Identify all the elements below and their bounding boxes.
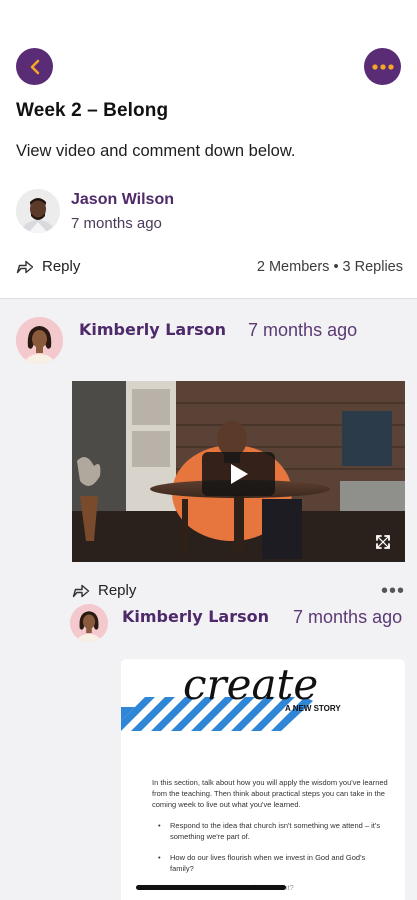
commenter-name[interactable]: Kimberly Larson <box>122 607 269 626</box>
reply-icon <box>16 260 34 274</box>
comments-section: Kimberly Larson 7 months ago Reply ••• K… <box>0 298 417 900</box>
post-actions: Reply 2 Members • 3 Replies <box>16 258 403 275</box>
doc-paragraph: In this section, talk about how you will… <box>152 778 388 809</box>
document-attachment[interactable]: create A NEW STORY In this section, talk… <box>121 659 405 900</box>
top-bar <box>16 48 401 86</box>
doc-bullets: Respond to the idea that church isn't so… <box>152 820 389 874</box>
comment-timestamp: 7 months ago <box>248 320 358 340</box>
doc-subtitle: A NEW STORY <box>285 704 341 713</box>
comment-more-button[interactable]: ••• <box>381 581 405 601</box>
avatar[interactable] <box>16 317 63 364</box>
more-options-button[interactable] <box>364 48 401 85</box>
comment-timestamp: 7 months ago <box>293 607 403 627</box>
post-description: View video and comment down below. <box>16 142 296 160</box>
reply-label: Reply <box>98 582 137 599</box>
avatar[interactable] <box>70 604 108 642</box>
comment-actions: Reply ••• <box>72 581 405 601</box>
reply-button[interactable]: Reply <box>16 258 80 275</box>
post-title: Week 2 – Belong <box>16 100 169 121</box>
reply-label: Reply <box>42 258 81 275</box>
avatar[interactable] <box>16 189 60 233</box>
doc-bullet: Respond to the idea that church isn't so… <box>158 820 389 842</box>
video-player[interactable] <box>72 381 405 562</box>
doc-bullet: How do our lives flourish when we invest… <box>158 852 389 874</box>
more-horizontal-icon <box>371 63 394 70</box>
doc-body: In this section, talk about how you will… <box>152 777 389 893</box>
play-button[interactable] <box>202 452 275 496</box>
chevron-left-icon <box>30 59 39 74</box>
back-button[interactable] <box>16 48 53 85</box>
avatar-image <box>16 317 63 364</box>
home-indicator[interactable] <box>136 885 286 890</box>
comment: Kimberly Larson 7 months ago <box>16 317 405 601</box>
play-icon <box>230 464 248 484</box>
author-timestamp: 7 months ago <box>71 214 162 232</box>
avatar-image <box>16 189 60 233</box>
avatar-image <box>70 604 108 642</box>
reply-button[interactable]: Reply <box>72 582 136 599</box>
doc-title: create <box>183 660 318 709</box>
post-author[interactable]: Jason Wilson 7 months ago <box>16 189 174 233</box>
reply-icon <box>72 584 90 598</box>
comment: Kimberly Larson 7 months ago <box>70 604 405 642</box>
author-name[interactable]: Jason Wilson <box>71 191 174 209</box>
post-stats[interactable]: 2 Members • 3 Replies <box>257 259 403 275</box>
commenter-name[interactable]: Kimberly Larson <box>79 320 226 339</box>
post-header: Week 2 – Belong View video and comment d… <box>16 100 403 161</box>
doc-banner: create A NEW STORY <box>121 660 341 731</box>
fullscreen-icon[interactable] <box>375 534 391 550</box>
